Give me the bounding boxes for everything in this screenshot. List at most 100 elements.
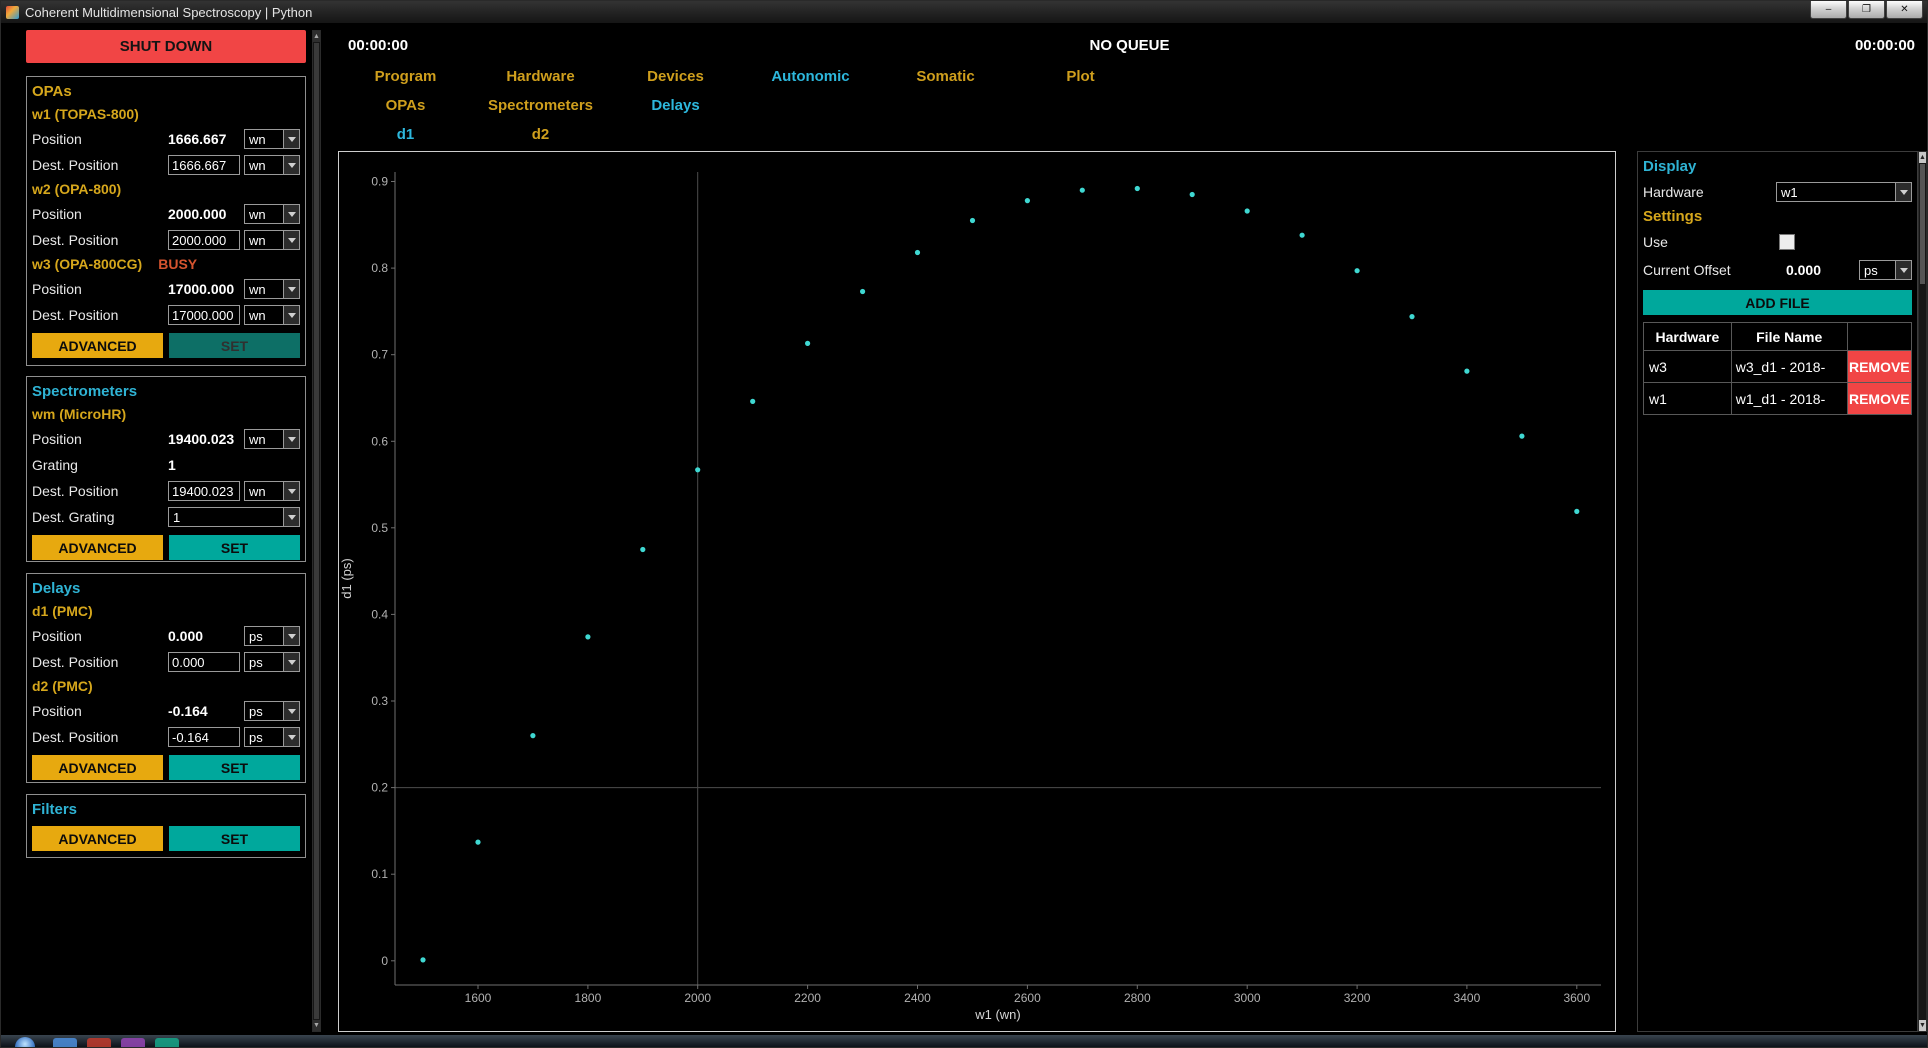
w3-units-combo[interactable]: wn bbox=[244, 279, 300, 299]
scroll-down-icon[interactable]: ▼ bbox=[313, 1020, 320, 1031]
tab-d2[interactable]: d2 bbox=[473, 126, 608, 143]
filters-set-button[interactable]: SET bbox=[169, 826, 300, 851]
remove-button[interactable]: REMOVE bbox=[1847, 351, 1911, 383]
spectrometers-set-button[interactable]: SET bbox=[169, 535, 300, 560]
tab-plot[interactable]: Plot bbox=[1013, 68, 1148, 85]
tab-spectrometers[interactable]: Spectrometers bbox=[473, 97, 608, 114]
tab-opas[interactable]: OPAs bbox=[338, 97, 473, 114]
window-title: Coherent Multidimensional Spectroscopy |… bbox=[25, 5, 312, 20]
display-title: Display bbox=[1643, 156, 1912, 178]
use-label: Use bbox=[1643, 234, 1779, 250]
opas-advanced-button[interactable]: ADVANCED bbox=[32, 333, 163, 358]
row-hardware-cell: w1 bbox=[1644, 383, 1732, 415]
use-checkbox[interactable] bbox=[1779, 234, 1795, 250]
taskbar-app-icon[interactable] bbox=[155, 1038, 179, 1047]
close-button[interactable]: ✕ bbox=[1886, 1, 1923, 19]
tab-hardware[interactable]: Hardware bbox=[473, 68, 608, 85]
chevron-down-icon bbox=[283, 430, 299, 448]
w2-dest-units-combo[interactable]: wn bbox=[244, 230, 300, 250]
d2-dest-position-input[interactable] bbox=[168, 727, 240, 747]
d1-units-combo[interactable]: ps bbox=[244, 626, 300, 646]
add-file-button[interactable]: ADD FILE bbox=[1643, 290, 1912, 315]
chevron-down-icon bbox=[283, 482, 299, 500]
titlebar: Coherent Multidimensional Spectroscopy |… bbox=[1, 1, 1927, 24]
maximize-button[interactable]: ❐ bbox=[1848, 1, 1885, 19]
svg-text:2000: 2000 bbox=[684, 991, 711, 1005]
taskbar-app-icon[interactable] bbox=[121, 1038, 145, 1047]
position-label: Position bbox=[32, 281, 168, 297]
d2-dest-position-row: Dest. Position ps bbox=[32, 724, 300, 750]
w2-dest-position-row: Dest. Position wn bbox=[32, 227, 300, 253]
d2-position-value: -0.164 bbox=[168, 703, 240, 719]
current-offset-row: Current Offset 0.000 ps bbox=[1643, 256, 1912, 284]
tab-delays[interactable]: Delays bbox=[608, 97, 743, 114]
spectrometers-advanced-button[interactable]: ADVANCED bbox=[32, 535, 163, 560]
svg-text:3400: 3400 bbox=[1454, 991, 1481, 1005]
offset-file-table: Hardware File Name w3 w3_d1 - 2018- REMO… bbox=[1643, 322, 1912, 415]
hardware-name-d1: d1 (PMC) bbox=[32, 600, 300, 623]
chevron-down-icon bbox=[1895, 183, 1911, 201]
scrollbar-thumb[interactable] bbox=[1920, 164, 1925, 284]
wm-units-combo[interactable]: wn bbox=[244, 429, 300, 449]
offset-units-combo[interactable]: ps bbox=[1859, 260, 1912, 280]
d2-units-combo[interactable]: ps bbox=[244, 701, 300, 721]
w3-dest-units-combo[interactable]: wn bbox=[244, 305, 300, 325]
display-panel-scrollbar[interactable]: ▲ ▼ bbox=[1918, 151, 1927, 1032]
w1-dest-units-combo[interactable]: wn bbox=[244, 155, 300, 175]
taskbar-app-icon[interactable] bbox=[53, 1038, 77, 1047]
delays-set-button[interactable]: SET bbox=[169, 755, 300, 780]
hardware-name-d2: d2 (PMC) bbox=[32, 675, 300, 698]
plot-area[interactable]: 1600180020002200240026002800300032003400… bbox=[338, 151, 1616, 1032]
w3-position-value: 17000.000 bbox=[168, 281, 240, 297]
wm-dest-grating-combo[interactable]: 1 bbox=[168, 507, 300, 527]
wm-dest-position-row: Dest. Position wn bbox=[32, 478, 300, 504]
svg-text:0.5: 0.5 bbox=[371, 521, 388, 535]
row-file-name-cell: w3_d1 - 2018- bbox=[1731, 351, 1847, 383]
svg-text:0.7: 0.7 bbox=[371, 348, 388, 362]
svg-text:3600: 3600 bbox=[1563, 991, 1590, 1005]
sidebar-scrollbar[interactable]: ▲ ▼ bbox=[312, 30, 321, 1032]
scroll-down-icon[interactable]: ▼ bbox=[1919, 1020, 1926, 1031]
tab-devices[interactable]: Devices bbox=[608, 68, 743, 85]
delays-advanced-button[interactable]: ADVANCED bbox=[32, 755, 163, 780]
minimize-button[interactable]: – bbox=[1810, 1, 1847, 19]
w1-dest-position-input[interactable] bbox=[168, 155, 240, 175]
hardware-name-w3: w3 (OPA-800CG) BUSY bbox=[32, 253, 300, 276]
chevron-down-icon bbox=[283, 280, 299, 298]
w1-units-combo[interactable]: wn bbox=[244, 129, 300, 149]
start-button[interactable] bbox=[15, 1037, 35, 1047]
d1-position-value: 0.000 bbox=[168, 628, 240, 644]
shutdown-button[interactable]: SHUT DOWN bbox=[26, 30, 306, 63]
wm-dest-position-input[interactable] bbox=[168, 481, 240, 501]
scrollbar-thumb[interactable] bbox=[314, 43, 319, 1019]
scroll-up-icon[interactable]: ▲ bbox=[1919, 152, 1926, 163]
w3-dest-position-input[interactable] bbox=[168, 305, 240, 325]
filters-panel-title: Filters bbox=[32, 798, 300, 821]
d1-dest-units-combo[interactable]: ps bbox=[244, 652, 300, 672]
hardware-combo[interactable]: w1 bbox=[1776, 182, 1912, 202]
scroll-up-icon[interactable]: ▲ bbox=[313, 31, 320, 42]
filters-advanced-button[interactable]: ADVANCED bbox=[32, 826, 163, 851]
w2-units-combo[interactable]: wn bbox=[244, 204, 300, 224]
chevron-down-icon bbox=[283, 130, 299, 148]
d1-dest-position-input[interactable] bbox=[168, 652, 240, 672]
d2-dest-units-combo[interactable]: ps bbox=[244, 727, 300, 747]
remove-button[interactable]: REMOVE bbox=[1847, 383, 1911, 415]
tab-d1[interactable]: d1 bbox=[338, 126, 473, 143]
hardware-name-w1: w1 (TOPAS-800) bbox=[32, 103, 300, 126]
scatter-plot[interactable]: 1600180020002200240026002800300032003400… bbox=[339, 152, 1615, 1031]
hardware-column-header: Hardware bbox=[1644, 323, 1732, 351]
position-label: Position bbox=[32, 703, 168, 719]
row-hardware-cell: w3 bbox=[1644, 351, 1732, 383]
svg-text:0.4: 0.4 bbox=[371, 607, 388, 621]
wm-dest-units-combo[interactable]: wn bbox=[244, 481, 300, 501]
d1-position-row: Position 0.000 ps bbox=[32, 623, 300, 649]
tab-program[interactable]: Program bbox=[338, 68, 473, 85]
delay-tabs: d1 d2 bbox=[338, 120, 608, 149]
wm-grating-value: 1 bbox=[168, 457, 296, 473]
taskbar-app-icon[interactable] bbox=[87, 1038, 111, 1047]
opas-set-button[interactable]: SET bbox=[169, 333, 300, 358]
tab-autonomic[interactable]: Autonomic bbox=[743, 68, 878, 85]
w2-dest-position-input[interactable] bbox=[168, 230, 240, 250]
tab-somatic[interactable]: Somatic bbox=[878, 68, 1013, 85]
